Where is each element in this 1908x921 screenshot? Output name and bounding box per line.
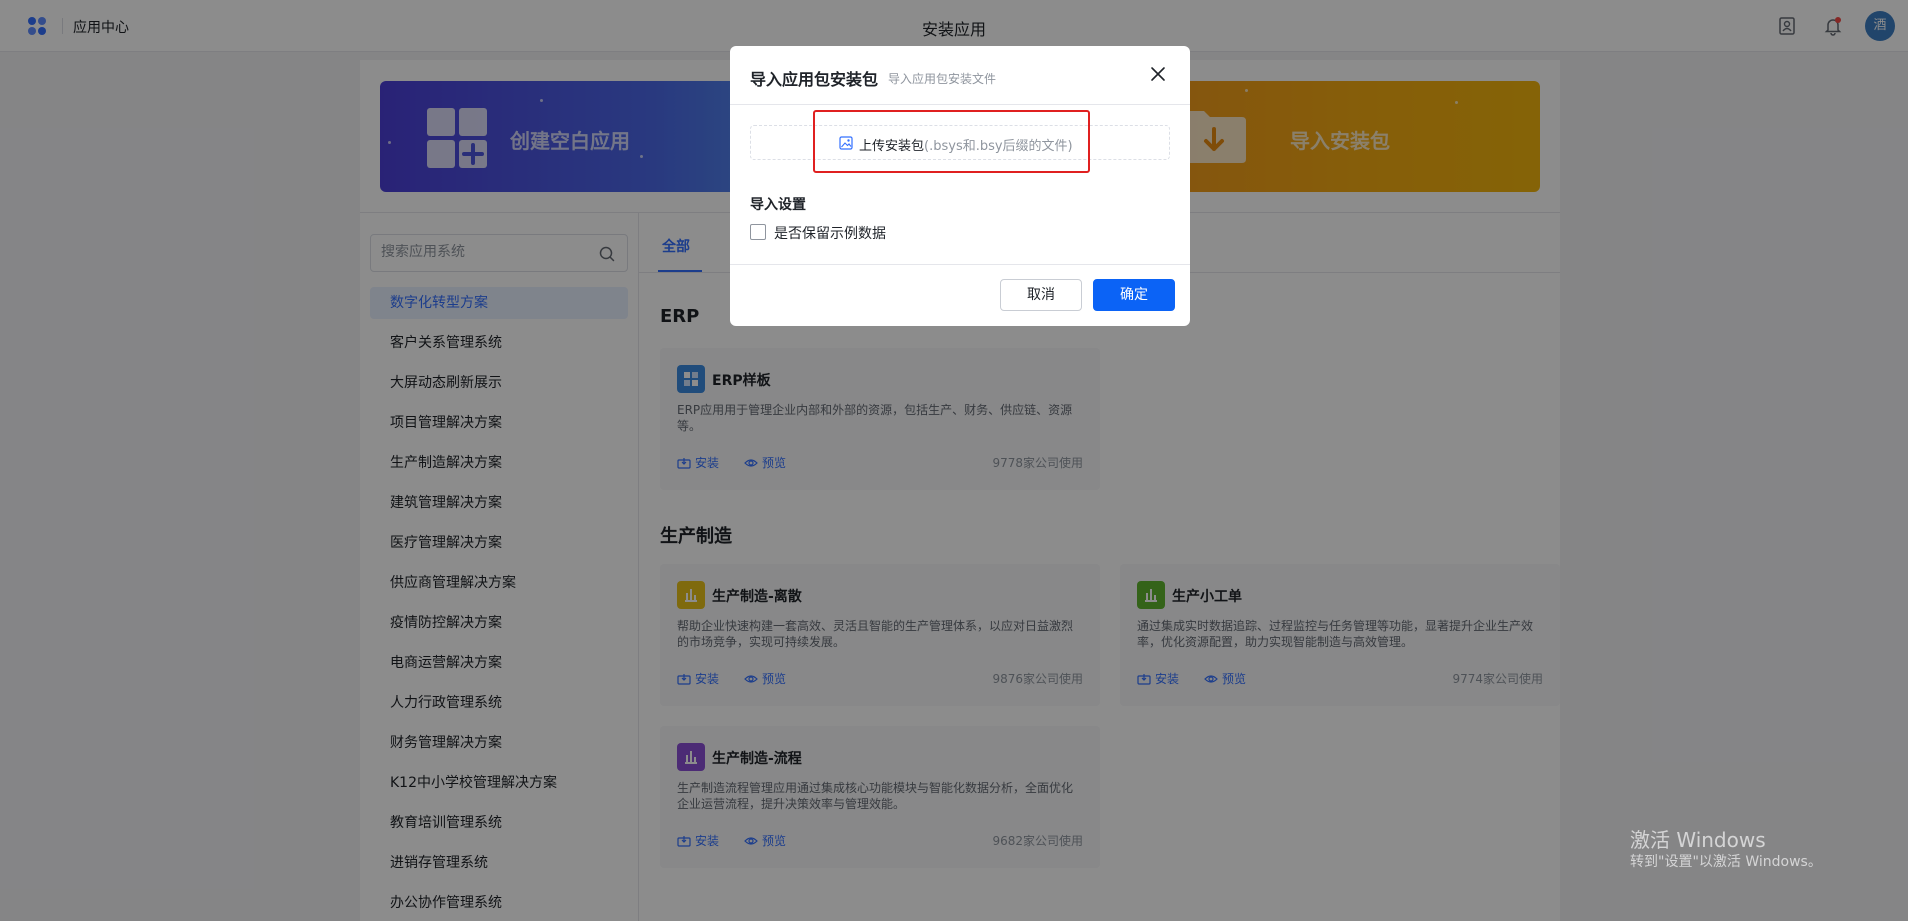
cancel-button[interactable]: 取消 — [1000, 279, 1082, 311]
windows-activation-watermark: 激活 Windows — [1630, 828, 1766, 852]
keep-sample-data-label[interactable]: 是否保留示例数据 — [774, 223, 886, 243]
close-icon[interactable] — [1148, 64, 1168, 84]
annotation-highlight-box — [813, 110, 1090, 173]
keep-sample-data-checkbox[interactable] — [750, 224, 766, 240]
dialog-header-divider — [730, 104, 1190, 105]
import-package-dialog: 导入应用包安装包 导入应用包安装文件 上传安装包(.bsys和.bsy后缀的文件… — [730, 46, 1190, 326]
dialog-subtitle: 导入应用包安装文件 — [888, 72, 997, 86]
windows-activation-hint: 转到"设置"以激活 Windows。 — [1630, 854, 1822, 870]
dialog-title: 导入应用包安装包 — [750, 70, 879, 89]
import-settings-title: 导入设置 — [750, 197, 806, 213]
confirm-button[interactable]: 确定 — [1093, 279, 1175, 311]
dialog-footer-divider — [730, 264, 1190, 265]
